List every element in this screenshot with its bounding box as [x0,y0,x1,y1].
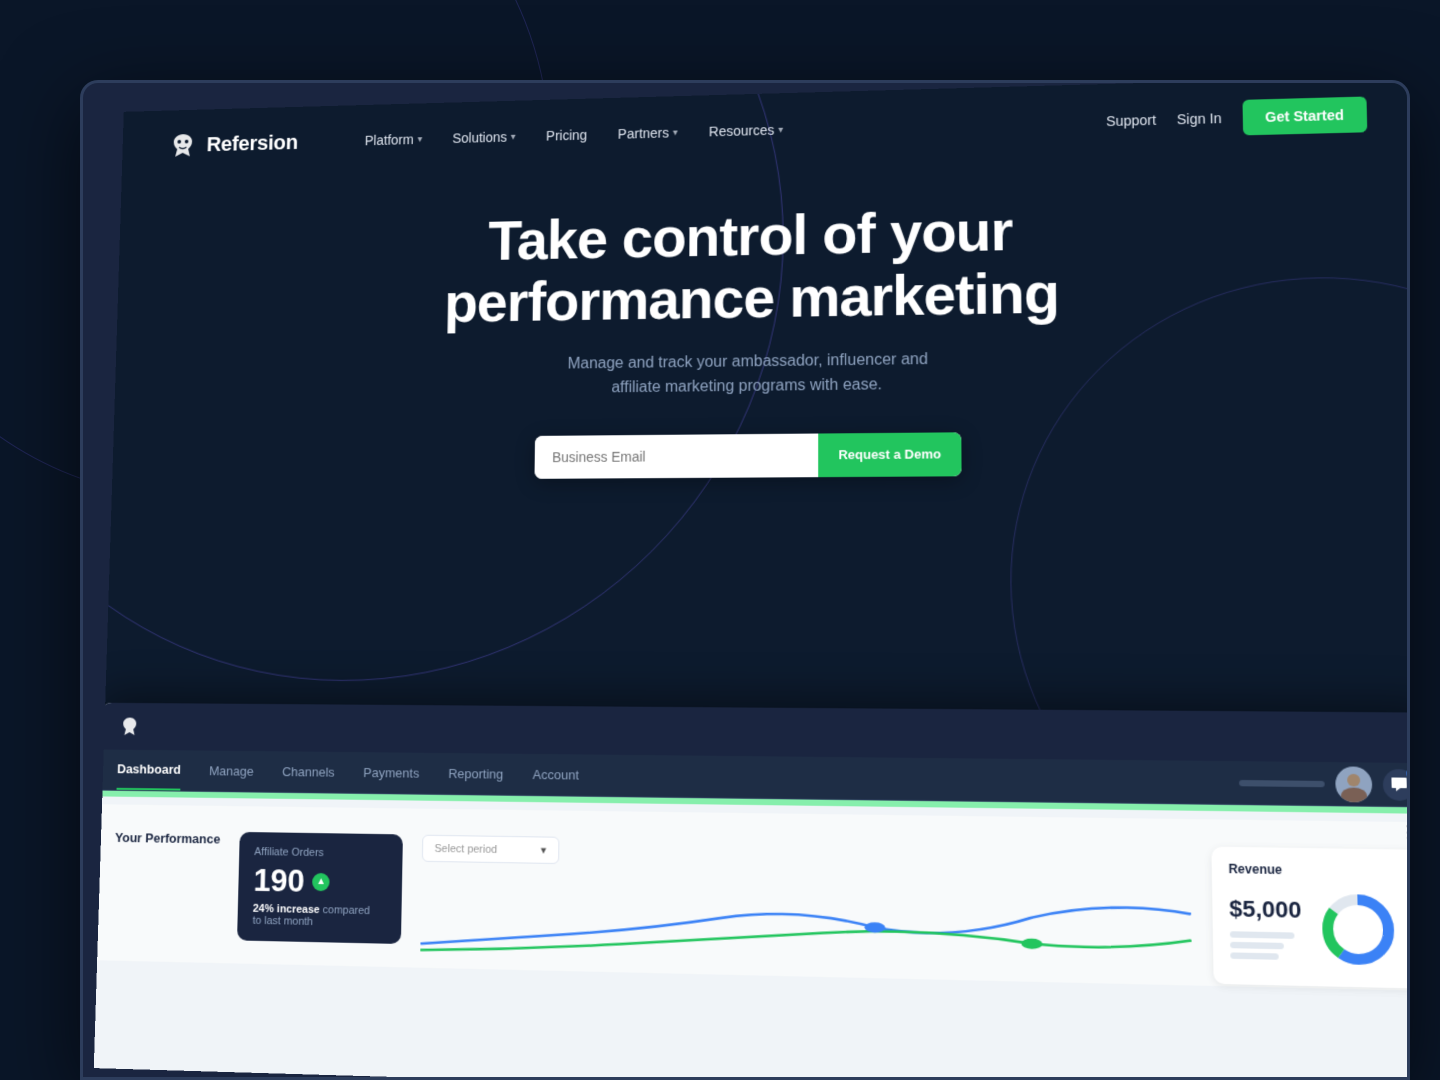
dash-nav-reporting[interactable]: Reporting [448,754,504,794]
user-avatar[interactable] [1335,766,1372,802]
dash-nav-account[interactable]: Account [532,755,579,795]
resources-chevron-icon: ▾ [778,124,783,135]
dropdown-chevron-icon: ▾ [541,844,547,857]
monitor-frame: Refersion Platform ▾ Solutions ▾ Pricing… [80,80,1410,1080]
notification-dot [1406,769,1410,778]
platform-chevron-icon: ▾ [417,134,422,144]
partners-chevron-icon: ▾ [673,127,678,138]
affiliate-orders-card: Affiliate Orders 190 ▲ 24% increase comp… [237,832,403,944]
dash-nav-payments[interactable]: Payments [363,753,420,792]
dash-search-bar [1239,779,1325,786]
revenue-card: Revenue $5,000 [1211,847,1410,989]
legend-lines [1230,931,1303,960]
revenue-value-text: $5,000 [1229,895,1303,960]
logo-area[interactable]: Refersion [168,127,298,160]
request-demo-button[interactable]: Request a Demo [818,432,961,477]
nav-partners[interactable]: Partners ▾ [606,117,689,150]
performance-title: Your Performance [115,830,221,846]
performance-section: Your Performance Affiliate Orders 190 ▲ … [94,830,1410,991]
chat-icon[interactable] [1383,768,1410,800]
email-input[interactable] [534,433,818,478]
get-started-button[interactable]: Get Started [1242,96,1367,135]
nav-right: Support Sign In Get Started [1106,96,1368,138]
dashboard-logo-icon [118,715,141,739]
affiliate-orders-label: Affiliate Orders [254,846,387,860]
hero-subtitle: Manage and track your ambassador, influe… [560,347,936,402]
up-badge-icon: ▲ [312,872,330,890]
logo-icon [168,130,198,160]
dash-nav-channels[interactable]: Channels [282,752,335,791]
logo-text: Refersion [206,130,298,157]
legend-line-3 [1230,952,1278,959]
revenue-label: Revenue [1228,862,1400,880]
solutions-chevron-icon: ▾ [511,131,516,142]
screen-content: Refersion Platform ▾ Solutions ▾ Pricing… [94,80,1410,1080]
period-dropdown[interactable]: Select period ▾ [422,835,560,864]
dashboard-preview: Dashboard Manage Channels Payments Repor… [94,703,1410,1080]
legend-line-1 [1230,931,1295,939]
dash-nav-manage[interactable]: Manage [209,752,254,791]
nav-solutions[interactable]: Solutions ▾ [441,121,527,154]
hero-section: Take control of your performance marketi… [111,151,1410,510]
signin-link[interactable]: Sign In [1177,110,1222,127]
donut-chart [1314,886,1403,973]
dash-nav-dashboard[interactable]: Dashboard [117,750,182,791]
support-link[interactable]: Support [1106,112,1156,129]
nav-platform[interactable]: Platform ▾ [353,124,433,156]
affiliate-orders-value: 190 ▲ [253,862,387,901]
affiliate-orders-change: 24% increase comparedto last month [252,903,385,930]
nav-pricing[interactable]: Pricing [534,119,598,151]
dash-nav-right [1239,765,1410,803]
nav-resources[interactable]: Resources ▾ [697,114,795,147]
legend-line-2 [1230,942,1284,949]
nav-links: Platform ▾ Solutions ▾ Pricing Partners … [353,106,1106,156]
email-form: Request a Demo [534,432,961,479]
line-chart [420,862,1192,980]
chart-area: Select period ▾ [420,835,1192,986]
hero-title: Take control of your performance marketi… [407,198,1098,335]
revenue-amount: $5,000 [1229,895,1302,924]
